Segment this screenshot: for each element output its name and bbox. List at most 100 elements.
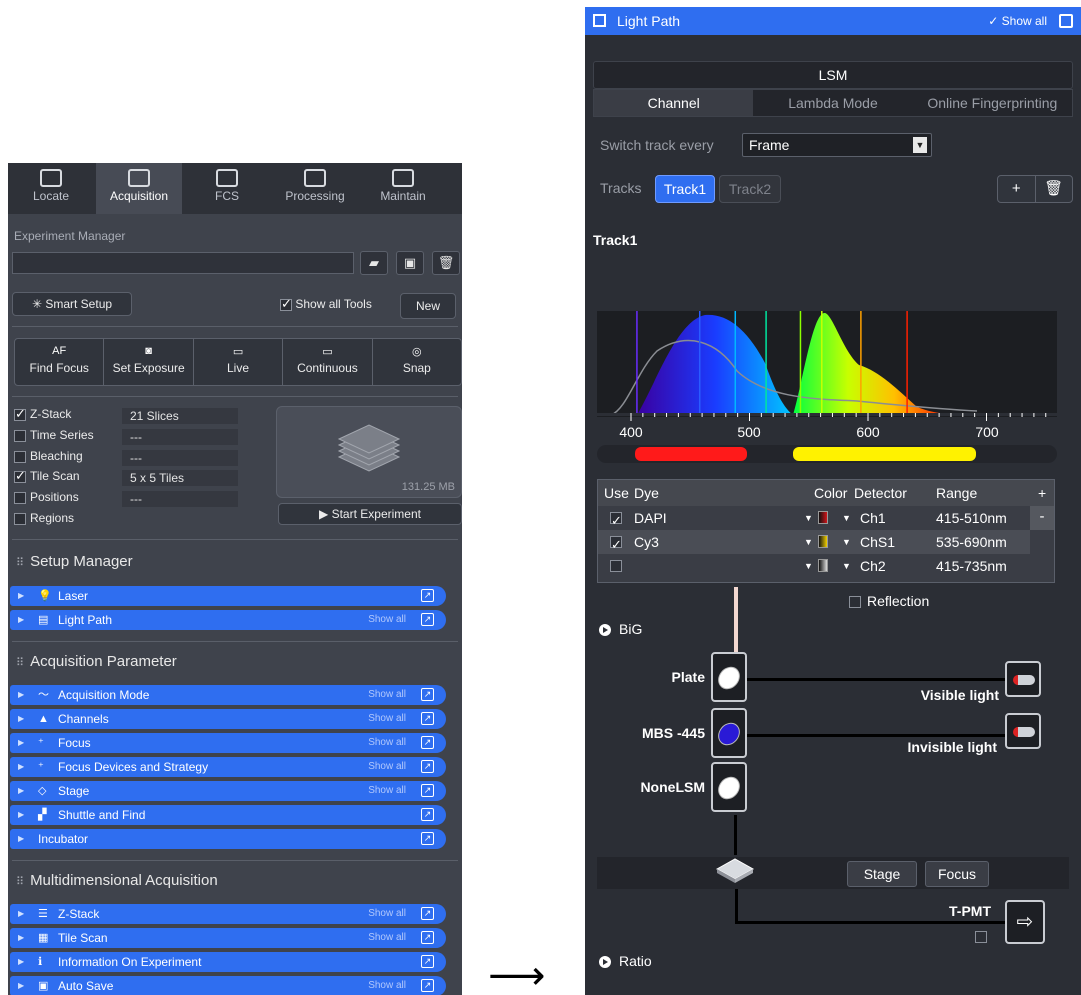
big-expander[interactable]: BiG bbox=[599, 621, 642, 637]
tab-channel[interactable]: Channel bbox=[594, 90, 754, 116]
tile-scan-tool[interactable]: ▶ ▦ Tile Scan Show all ↗ bbox=[10, 928, 446, 948]
tab-maintain[interactable]: Maintain bbox=[360, 163, 446, 214]
focus-devices-tool[interactable]: ▶ ⁺ Focus Devices and Strategy Show all ↗ bbox=[10, 757, 446, 777]
zstack-option[interactable]: Z-Stack bbox=[14, 406, 71, 425]
undock-icon[interactable]: ↗ bbox=[421, 784, 434, 797]
stage-tool[interactable]: ▶ ◇ Stage Show all ↗ bbox=[10, 781, 446, 801]
use-checkbox[interactable] bbox=[610, 560, 622, 572]
live-button[interactable]: ▭ Live bbox=[194, 339, 284, 385]
snap-button[interactable]: ◎ Snap bbox=[373, 339, 461, 385]
tile-scan-option[interactable]: Tile Scan bbox=[14, 468, 80, 487]
positions-option[interactable]: Positions bbox=[14, 490, 79, 508]
track2-button[interactable]: Track2 bbox=[719, 175, 781, 203]
undock-icon[interactable] bbox=[1059, 14, 1073, 28]
bleaching-option[interactable]: Bleaching bbox=[14, 449, 83, 467]
reflection-checkbox[interactable] bbox=[849, 596, 861, 609]
chevron-down-icon[interactable]: ▼ bbox=[842, 530, 851, 554]
delete-experiment-button[interactable]: 🗑 bbox=[432, 251, 460, 275]
none-lsm-optic[interactable] bbox=[711, 762, 747, 812]
tab-processing[interactable]: Processing bbox=[272, 163, 358, 214]
zstack-checkbox[interactable] bbox=[14, 406, 26, 422]
dapi-range-handle[interactable] bbox=[635, 447, 747, 461]
use-checkbox[interactable] bbox=[610, 509, 622, 533]
cy3-range-handle[interactable] bbox=[793, 447, 976, 461]
undock-icon[interactable]: ↗ bbox=[421, 712, 434, 725]
chevron-down-icon[interactable]: ▼ bbox=[842, 554, 851, 578]
undock-icon[interactable]: ↗ bbox=[421, 955, 434, 968]
remove-dye-button[interactable]: - bbox=[1030, 506, 1054, 530]
auto-save-tool[interactable]: ▶ ▣ Auto Save Show all ↗ bbox=[10, 976, 446, 995]
tab-online-fingerprinting[interactable]: Online Fingerprinting bbox=[912, 90, 1072, 116]
chevron-down-icon[interactable]: ▼ bbox=[804, 554, 813, 578]
chevron-down-icon[interactable]: ▼ bbox=[842, 506, 851, 530]
chevron-down-icon[interactable]: ▼ bbox=[804, 530, 813, 554]
show-all-tools-checkbox[interactable]: Show all Tools bbox=[280, 296, 372, 312]
undock-icon[interactable]: ↗ bbox=[421, 979, 434, 992]
time-series-checkbox[interactable] bbox=[14, 429, 26, 442]
add-dye-button[interactable]: + bbox=[1038, 480, 1046, 506]
focus-button[interactable]: Focus bbox=[925, 861, 989, 887]
track1-button[interactable]: Track1 bbox=[655, 175, 715, 203]
visible-light-detector[interactable] bbox=[1005, 661, 1041, 697]
stage-button[interactable]: Stage bbox=[847, 861, 917, 887]
show-all-toggle[interactable]: Show all bbox=[368, 904, 406, 924]
show-all-toggle[interactable]: Show all bbox=[368, 733, 406, 753]
tab-fcs[interactable]: FCS bbox=[184, 163, 270, 214]
experiment-name-field[interactable] bbox=[12, 252, 354, 274]
positions-checkbox[interactable] bbox=[14, 491, 26, 504]
show-all-toggle[interactable]: Show all bbox=[368, 685, 406, 705]
set-exposure-button[interactable]: ◙ Set Exposure bbox=[104, 339, 194, 385]
regions-checkbox[interactable] bbox=[14, 512, 26, 525]
tab-lambda-mode[interactable]: Lambda Mode bbox=[753, 90, 913, 116]
undock-icon[interactable]: ↗ bbox=[421, 907, 434, 920]
show-all-toggle[interactable]: Show all bbox=[368, 928, 406, 948]
undock-icon[interactable]: ↗ bbox=[421, 688, 434, 701]
show-all-toggle[interactable]: Show all bbox=[368, 709, 406, 729]
switch-track-select[interactable]: Frame ▼ bbox=[742, 133, 932, 157]
tpmt-checkbox[interactable] bbox=[975, 931, 987, 943]
delete-track-button[interactable]: 🗑 bbox=[1036, 176, 1073, 202]
tab-locate[interactable]: Locate bbox=[8, 163, 94, 214]
start-experiment-button[interactable]: ▶ Start Experiment bbox=[278, 503, 462, 525]
show-all-toggle[interactable]: ✓ Show all bbox=[988, 7, 1047, 35]
add-track-button[interactable]: + bbox=[998, 176, 1036, 202]
find-focus-button[interactable]: AF Find Focus bbox=[15, 339, 105, 385]
undock-icon[interactable]: ↗ bbox=[421, 808, 434, 821]
light-path-tool[interactable]: ▶ ▤ Light Path Show all ↗ bbox=[10, 610, 446, 630]
regions-option[interactable]: Regions bbox=[14, 511, 74, 529]
undock-icon[interactable]: ↗ bbox=[421, 613, 434, 626]
stage-icon[interactable] bbox=[713, 853, 757, 883]
open-folder-button[interactable]: ▰ bbox=[360, 251, 388, 275]
laser-tool[interactable]: ▶ 💡 Laser ↗ bbox=[10, 586, 446, 606]
continuous-button[interactable]: ▭ Continuous bbox=[283, 339, 373, 385]
undock-icon[interactable]: ↗ bbox=[421, 760, 434, 773]
smart-setup-button[interactable]: ✳ Smart Setup bbox=[12, 292, 132, 316]
time-series-option[interactable]: Time Series bbox=[14, 428, 94, 446]
reflection-option[interactable]: Reflection bbox=[849, 593, 929, 609]
show-all-toggle[interactable]: Show all bbox=[368, 976, 406, 995]
tpmt-detector-icon[interactable]: ⇨ bbox=[1005, 900, 1045, 944]
mbs-optic[interactable] bbox=[711, 708, 747, 758]
color-swatch[interactable] bbox=[818, 559, 828, 572]
tab-acquisition[interactable]: Acquisition bbox=[96, 163, 182, 214]
color-swatch[interactable] bbox=[818, 535, 828, 548]
plate-optic[interactable] bbox=[711, 652, 747, 702]
save-experiment-button[interactable]: ▣ bbox=[396, 251, 424, 275]
dye-row-dapi[interactable]: DAPI ▼ ▼ Ch1 415-510nm bbox=[598, 506, 1030, 533]
shuttle-and-find-tool[interactable]: ▶ ▞ Shuttle and Find ↗ bbox=[10, 805, 446, 825]
bleaching-checkbox[interactable] bbox=[14, 450, 26, 463]
ratio-expander[interactable]: Ratio bbox=[599, 953, 652, 969]
channels-tool[interactable]: ▶ ▲ Channels Show all ↗ bbox=[10, 709, 446, 729]
zstack-tool[interactable]: ▶ ☰ Z-Stack Show all ↗ bbox=[10, 904, 446, 924]
new-experiment-button[interactable]: New bbox=[400, 293, 456, 319]
undock-icon[interactable]: ↗ bbox=[421, 832, 434, 845]
dye-row-empty[interactable]: ▼ ▼ Ch2 415-735nm bbox=[598, 554, 1030, 578]
use-checkbox[interactable] bbox=[610, 533, 622, 557]
incubator-tool[interactable]: ▶ Incubator ↗ bbox=[10, 829, 446, 849]
undock-icon[interactable]: ↗ bbox=[421, 589, 434, 602]
chevron-down-icon[interactable]: ▼ bbox=[804, 506, 813, 530]
color-swatch[interactable] bbox=[818, 511, 828, 524]
information-on-experiment-tool[interactable]: ▶ ℹ Information On Experiment ↗ bbox=[10, 952, 446, 972]
dye-row-cy3[interactable]: Cy3 ▼ ▼ ChS1 535-690nm bbox=[598, 530, 1030, 557]
undock-icon[interactable]: ↗ bbox=[421, 931, 434, 944]
